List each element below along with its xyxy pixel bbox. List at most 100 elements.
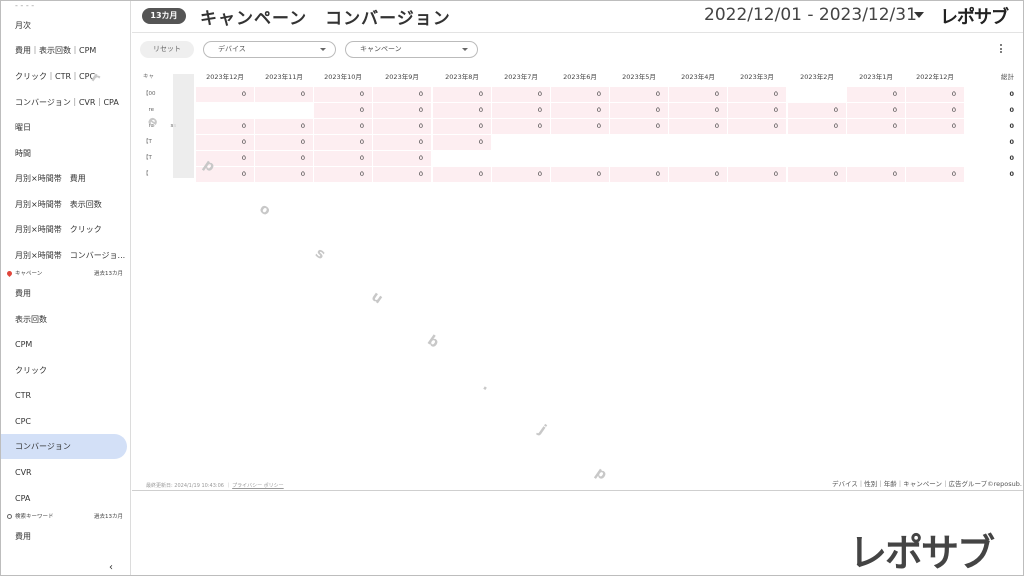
table-cell: [610, 151, 668, 166]
sidebar-item-conversion[interactable]: コンバージョン: [1, 434, 127, 459]
table-cell: [255, 103, 313, 118]
table-cell: 0: [847, 167, 905, 182]
section-label: キャペーン: [15, 271, 43, 277]
table-header-cell[interactable]: 2023年1月: [847, 70, 905, 85]
table-cell: [847, 135, 905, 150]
sidebar-item-cpa[interactable]: CPA: [1, 486, 127, 511]
date-range-picker[interactable]: 2022/12/01 - 2023/12/31: [704, 5, 917, 25]
table-cell: [669, 135, 727, 150]
pin-icon: [5, 269, 14, 278]
sidebar-item-keyword-cost[interactable]: 費用: [1, 524, 127, 549]
table-cell: 0: [314, 167, 372, 182]
table-cell: 0: [551, 167, 609, 182]
table-cell: [788, 135, 846, 150]
table-cell: 0: [610, 87, 668, 102]
chevron-down-icon[interactable]: [914, 12, 924, 18]
table-row[interactable]: 【T 0 0 0 0 0 0: [143, 135, 1020, 151]
sidebar-item-monthly[interactable]: 月次: [1, 13, 127, 38]
sidebar-item-click-ctr-cpc[interactable]: クリック｜CTR｜CPC: [1, 64, 127, 89]
table-cell: 0: [788, 167, 846, 182]
device-dropdown[interactable]: デバイス: [203, 41, 336, 58]
table-cell: 0: [906, 87, 964, 102]
sidebar: - - - - 月次 費用｜表示回数｜CPM クリック｜CTR｜CPC コンバー…: [1, 1, 131, 575]
table-header-cell[interactable]: 2023年8月: [433, 70, 491, 85]
table-cell: 0: [314, 151, 372, 166]
table-cell: 0: [906, 167, 964, 182]
sidebar-item-conv-cvr-cpa[interactable]: コンバージョン｜CVR｜CPA: [1, 90, 127, 115]
table-header-total[interactable]: 総計: [965, 70, 1020, 85]
filter-bar: リセット デバイス キャンペーン: [132, 34, 1023, 64]
table-cell: 0: [610, 119, 668, 134]
table-row[interactable]: 【00 0 0 0 0 0 0 0 0 0 0 0 0 0: [143, 87, 1020, 103]
table-cell: 0: [551, 103, 609, 118]
table-header-cell[interactable]: 2023年9月: [373, 70, 431, 85]
table-header-cell[interactable]: 2023年7月: [492, 70, 550, 85]
table-cell: 0: [255, 119, 313, 134]
sidebar-item-click[interactable]: クリック: [1, 358, 127, 383]
section-range: 過去13カ月: [94, 514, 123, 520]
table-total-cell: 0: [1009, 122, 1014, 130]
table-cell: 0: [492, 87, 550, 102]
table-header-cell[interactable]: 2023年2月: [788, 70, 846, 85]
sidebar-item-hour[interactable]: 時間: [1, 141, 127, 166]
table-cell: 0: [314, 119, 372, 134]
table-header-cell[interactable]: 2023年12月: [196, 70, 254, 85]
table-header-cell[interactable]: 2022年12月: [906, 70, 964, 85]
table-row[interactable]: re ss 0 0 0 0 0 0 0 0 0 0 0 0 0 0: [143, 119, 1020, 135]
sidebar-item-cost[interactable]: 費用: [1, 281, 127, 306]
table-cell: 0: [551, 87, 609, 102]
reset-button[interactable]: リセット: [140, 41, 194, 58]
campaign-dropdown[interactable]: キャンペーン: [345, 41, 478, 58]
table-header-cell[interactable]: 2023年10月: [314, 70, 372, 85]
sidebar-item-month-hour-click[interactable]: 月別×時間帯 クリック: [1, 217, 127, 242]
sidebar-item-cvr[interactable]: CVR: [1, 460, 127, 485]
sidebar-item-cost-imp-cpm[interactable]: 費用｜表示回数｜CPM: [1, 38, 127, 63]
table-header-cell[interactable]: 2023年4月: [669, 70, 727, 85]
table-cell: [906, 151, 964, 166]
table-cell: [492, 151, 550, 166]
sidebar-item-weekday[interactable]: 曜日: [1, 115, 127, 140]
table-header-cell[interactable]: 2023年11月: [255, 70, 313, 85]
campaign-dropdown-label: キャンペーン: [360, 45, 402, 53]
table-cell: 0: [610, 103, 668, 118]
table-header-cell[interactable]: 2023年6月: [551, 70, 609, 85]
table-row[interactable]: re 0 0 0 0 0 0 0 0 0 0 0 0: [143, 103, 1020, 119]
last-updated: 最終更新日: 2024/1/19 10:43:06: [146, 483, 224, 489]
table-cell: 0: [433, 135, 491, 150]
table-cell: 0: [433, 119, 491, 134]
table-cell: 0: [610, 167, 668, 182]
collapse-sidebar-icon[interactable]: ‹: [109, 562, 113, 573]
table-cell: [788, 87, 846, 102]
table-cell: 0: [728, 119, 786, 134]
table-cell: 0: [433, 167, 491, 182]
footer-breadcrumb[interactable]: デバイス｜性別｜年齢｜キャンペーン｜広告グループ©reposub.: [832, 478, 1022, 488]
table-cell: [728, 151, 786, 166]
redacted-column: [173, 74, 194, 178]
brand-logo-large: レポサブ: [849, 531, 995, 575]
section-range: 過去13カ月: [94, 271, 123, 277]
table-cell: 0: [373, 87, 431, 102]
table-cell: [847, 151, 905, 166]
table-header-cell[interactable]: 2023年5月: [610, 70, 668, 85]
table-total-cell: 0: [1009, 170, 1014, 178]
more-options-icon[interactable]: [1000, 44, 1003, 55]
sidebar-item-month-hour-cost[interactable]: 月別×時間帯 費用: [1, 166, 127, 191]
table-cell: [906, 135, 964, 150]
sidebar-item-month-hour-conv[interactable]: 月別×時間帯 コンバージョ...: [1, 243, 127, 268]
privacy-link[interactable]: プライバシー ポリシー: [232, 483, 284, 489]
table-header-cell[interactable]: 2023年3月: [728, 70, 786, 85]
table-cell: 0: [492, 167, 550, 182]
sidebar-item-impressions[interactable]: 表示回数: [1, 307, 127, 332]
table-row[interactable]: 【T 0 0 0 0 0: [143, 151, 1020, 167]
section-label: 検索キーワード: [15, 514, 54, 520]
sidebar-item-month-hour-imp[interactable]: 月別×時間帯 表示回数: [1, 192, 127, 217]
sidebar-item-cpm[interactable]: CPM: [1, 332, 127, 357]
chevron-down-icon: [320, 48, 326, 51]
table-cell: 0: [196, 87, 254, 102]
table-cell: 0: [433, 87, 491, 102]
sidebar-item-ctr[interactable]: CTR: [1, 383, 127, 408]
page-title: キャンペーン コンバージョン: [200, 9, 451, 29]
table-row[interactable]: 【 00000000000000: [143, 167, 1020, 183]
table-cell: 0: [669, 103, 727, 118]
sidebar-item-cpc[interactable]: CPC: [1, 409, 127, 434]
